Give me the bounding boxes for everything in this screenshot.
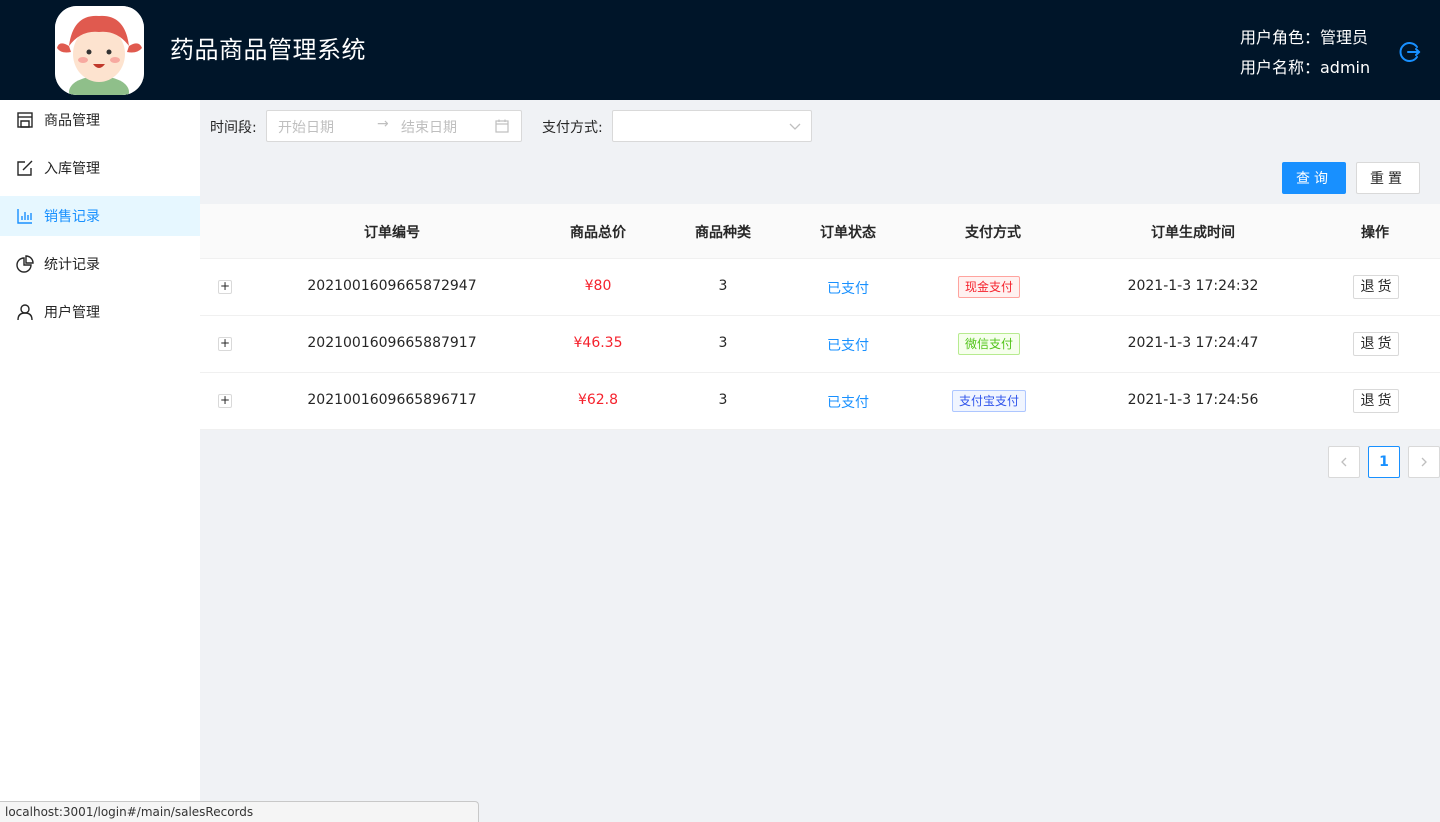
col-total: 商品总价 [570,225,626,241]
sidebar-item-label: 统计记录 [44,257,100,273]
order-total: ¥80 [584,278,612,294]
col-time: 订单生成时间 [1151,225,1235,241]
order-no: 2021001609665896717 [307,392,477,408]
order-time: 2021-1-3 17:24:32 [1127,278,1259,294]
order-no: 2021001609665872947 [307,278,477,294]
edit-icon [16,159,34,177]
sales-table: 订单编号 商品总价 商品种类 订单状态 支付方式 订单生成时间 操作 + 202… [200,204,1440,430]
order-time: 2021-1-3 17:24:47 [1127,335,1259,351]
period-label: 时间段: [210,120,257,136]
order-no: 2021001609665887917 [307,335,477,351]
col-payment: 支付方式 [965,225,1021,241]
sidebar-item-goods[interactable]: 商品管理 [0,100,200,140]
sidebar: 商品管理 入库管理 销售记录 统计记录 用户管理 [0,100,200,822]
calendar-icon [495,119,509,133]
payment-tag: 微信支付 [957,333,1021,355]
pie-chart-icon [16,255,34,273]
user-name: 用户名称：admin [1240,58,1371,77]
page-number[interactable]: 1 [1368,446,1400,478]
app-header: 药品商品管理系统 用户角色：管理员 用户名称：admin [0,0,1440,100]
sidebar-item-label: 入库管理 [44,161,100,177]
expand-row-icon[interactable]: + [218,394,232,408]
arrow-right-icon: → [377,116,389,132]
order-kinds: 3 [718,335,728,351]
user-role: 用户角色：管理员 [1240,28,1369,47]
order-status: 已支付 [827,395,869,411]
payment-tag: 现金支付 [957,276,1021,298]
col-order-no: 订单编号 [364,225,420,241]
logout-icon[interactable] [1398,40,1422,64]
payment-tag: 支付宝支付 [951,390,1027,412]
table-header: 订单编号 商品总价 商品种类 订单状态 支付方式 订单生成时间 操作 [200,204,1440,259]
bar-chart-icon [16,207,34,225]
user-info: 用户角色：管理员 用户名称：admin [1240,23,1370,83]
prev-page-button[interactable] [1328,446,1360,478]
chevron-right-icon [1421,457,1427,467]
expand-row-icon[interactable]: + [218,337,232,351]
avatar [55,6,144,95]
payment-method-select[interactable] [612,110,812,142]
sidebar-item-users[interactable]: 用户管理 [0,292,200,332]
end-date-input[interactable]: 结束日期 [401,117,457,137]
order-status: 已支付 [827,281,869,297]
order-kinds: 3 [718,278,728,294]
table-row: + 2021001609665896717 ¥62.8 3 已支付 支付宝支付 … [200,373,1440,430]
reset-button[interactable]: 重置 [1356,162,1420,194]
order-time: 2021-1-3 17:24:56 [1127,392,1259,408]
sidebar-item-label: 商品管理 [44,113,100,129]
table-row: + 2021001609665887917 ¥46.35 3 已支付 微信支付 … [200,316,1440,373]
sidebar-item-stats[interactable]: 统计记录 [0,244,200,284]
return-button[interactable]: 退货 [1353,275,1399,299]
return-button[interactable]: 退货 [1353,389,1399,413]
order-status: 已支付 [827,338,869,354]
sidebar-item-sales[interactable]: 销售记录 [0,196,200,236]
col-action: 操作 [1361,225,1389,241]
shop-icon [16,111,34,129]
browser-status-url: localhost:3001/login#/main/salesRecords [0,801,479,822]
sidebar-item-label: 销售记录 [44,209,100,225]
chevron-left-icon [1341,457,1347,467]
order-total: ¥46.35 [573,335,623,351]
next-page-button[interactable] [1408,446,1440,478]
order-kinds: 3 [718,392,728,408]
user-icon [16,303,34,321]
sidebar-item-inbound[interactable]: 入库管理 [0,148,200,188]
col-kinds: 商品种类 [695,225,751,241]
chevron-down-icon [789,120,801,132]
order-total: ¥62.8 [577,392,619,408]
return-button[interactable]: 退货 [1353,332,1399,356]
col-status: 订单状态 [820,225,876,241]
expand-row-icon[interactable]: + [218,280,232,294]
sidebar-item-label: 用户管理 [44,305,100,321]
query-button[interactable]: 查询 [1282,162,1346,194]
app-title: 药品商品管理系统 [170,36,366,64]
start-date-input[interactable]: 开始日期 [278,117,334,137]
payment-label: 支付方式: [542,120,603,136]
date-range-picker[interactable]: 开始日期 → 结束日期 [266,110,522,142]
table-row: + 2021001609665872947 ¥80 3 已支付 现金支付 202… [200,259,1440,316]
